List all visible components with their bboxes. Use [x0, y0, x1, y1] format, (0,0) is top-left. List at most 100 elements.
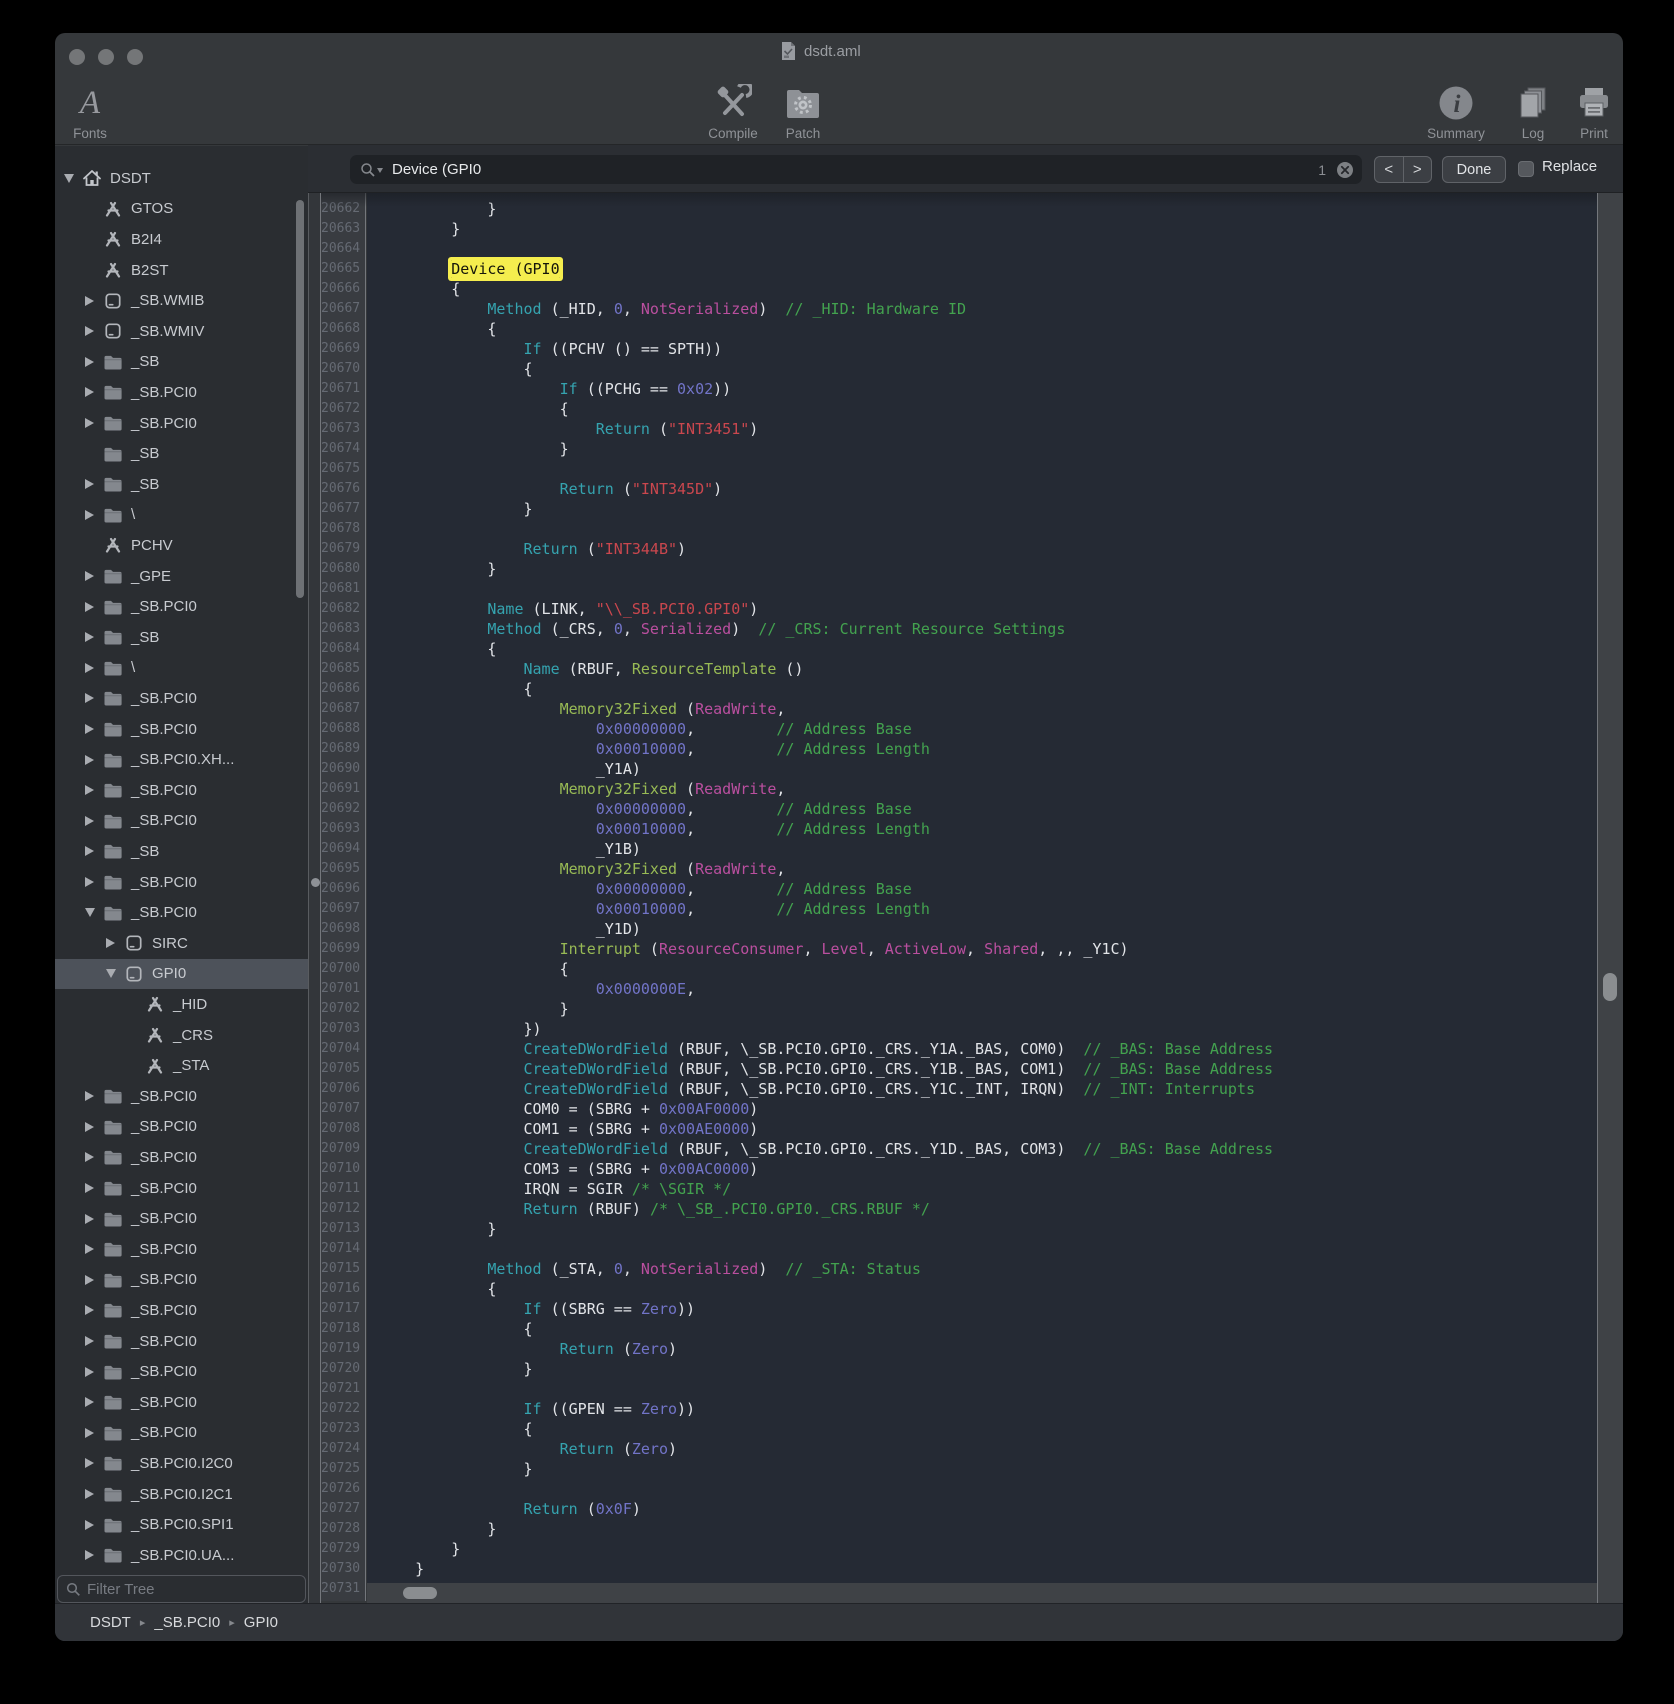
disclosure-triangle-icon[interactable]: [103, 938, 118, 948]
tree-item-sb-pci0[interactable]: _SB.PCI0: [55, 1203, 302, 1234]
fonts-button[interactable]: A Fonts: [55, 77, 135, 143]
code-line[interactable]: {: [379, 639, 496, 659]
tree-item-sb-pci0[interactable]: _SB.PCI0: [55, 1234, 302, 1265]
disclosure-triangle-icon[interactable]: [82, 1397, 97, 1407]
tree-item-sb-pci0-spi1[interactable]: _SB.PCI0.SPI1: [55, 1509, 302, 1540]
disclosure-triangle-icon[interactable]: [82, 1458, 97, 1468]
disclosure-triangle-icon[interactable]: [82, 602, 97, 612]
disclosure-triangle-icon[interactable]: [82, 632, 97, 642]
code-line[interactable]: Interrupt (ResourceConsumer, Level, Acti…: [379, 939, 1129, 959]
disclosure-triangle-icon[interactable]: [82, 1122, 97, 1132]
code-line[interactable]: Return (Zero): [379, 1439, 677, 1459]
code-line[interactable]: {: [379, 359, 533, 379]
done-button[interactable]: Done: [1442, 156, 1506, 183]
zoom-window-button[interactable]: [127, 49, 143, 65]
disclosure-triangle-icon[interactable]: [82, 1336, 97, 1346]
code-line[interactable]: }: [379, 999, 569, 1019]
disclosure-triangle-icon[interactable]: [61, 174, 76, 183]
tree-item-sb-pci0[interactable]: _SB.PCI0: [55, 714, 302, 745]
tree-item-sb-pci0-i2c1[interactable]: _SB.PCI0.I2C1: [55, 1479, 302, 1510]
code-line[interactable]: {: [379, 679, 533, 699]
code-line[interactable]: 0x00000000, // Address Base: [379, 799, 912, 819]
pane-divider[interactable]: [308, 193, 321, 1603]
tree-item-sirc[interactable]: SIRC: [55, 928, 302, 959]
code-line[interactable]: Return (Zero): [379, 1339, 677, 1359]
disclosure-triangle-icon[interactable]: [82, 510, 97, 520]
tree-item-sb-pci0[interactable]: _SB.PCI0: [55, 408, 302, 439]
search-options-chevron-icon[interactable]: [377, 168, 383, 173]
disclosure-triangle-icon[interactable]: [82, 1305, 97, 1315]
disclosure-triangle-icon[interactable]: [82, 755, 97, 765]
disclosure-triangle-icon[interactable]: [82, 724, 97, 734]
code-line[interactable]: Memory32Fixed (ReadWrite,: [379, 779, 785, 799]
disclosure-triangle-icon[interactable]: [82, 877, 97, 887]
code-line[interactable]: 0x00010000, // Address Length: [379, 819, 930, 839]
tree-item-sb-pci0[interactable]: _SB.PCI0: [55, 1295, 302, 1326]
code-line[interactable]: }: [379, 1539, 460, 1559]
code-line[interactable]: Device (GPI0: [379, 259, 560, 279]
code-line[interactable]: CreateDWordField (RBUF, \_SB.PCI0.GPI0._…: [379, 1039, 1273, 1059]
code-line[interactable]: Return ("INT345D"): [379, 479, 722, 499]
tree-item-sb-wmiv[interactable]: _SB.WMIV: [55, 316, 302, 347]
tree-item-sb-pci0[interactable]: _SB.PCI0: [55, 377, 302, 408]
code-line[interactable]: Return (RBUF) /* \_SB_.PCI0.GPI0._CRS.RB…: [379, 1199, 930, 1219]
disclosure-triangle-icon[interactable]: [82, 1275, 97, 1285]
tree-item-sb-pci0[interactable]: _SB.PCI0: [55, 591, 302, 622]
code-line[interactable]: If ((SBRG == Zero)): [379, 1299, 695, 1319]
tree-item-b2i4[interactable]: B2I4: [55, 224, 302, 255]
code-line[interactable]: }: [379, 1219, 496, 1239]
code-line[interactable]: {: [379, 1319, 533, 1339]
tree-item-sb[interactable]: _SB: [55, 469, 302, 500]
code-line[interactable]: Return (0x0F): [379, 1499, 641, 1519]
disclosure-triangle-icon[interactable]: [82, 693, 97, 703]
tree-item-gpi0[interactable]: GPI0: [55, 959, 308, 990]
tree-item-sb-pci0[interactable]: _SB.PCI0: [55, 1142, 302, 1173]
sidebar-scrollbar-thumb[interactable]: [296, 200, 304, 598]
code-line[interactable]: Name (LINK, "\\_SB.PCI0.GPI0"): [379, 599, 758, 619]
code-line[interactable]: Return ("INT3451"): [379, 419, 758, 439]
tree-item-dsdt[interactable]: DSDT: [55, 163, 302, 194]
code-line[interactable]: }: [379, 559, 496, 579]
disclosure-triangle-icon[interactable]: [82, 908, 97, 917]
disclosure-triangle-icon[interactable]: [82, 1550, 97, 1560]
code-line[interactable]: If ((PCHV () == SPTH)): [379, 339, 722, 359]
code-line[interactable]: 0x00010000, // Address Length: [379, 899, 930, 919]
tree-item-sb[interactable]: _SB: [55, 836, 302, 867]
disclosure-triangle-icon[interactable]: [82, 418, 97, 428]
disclosure-triangle-icon[interactable]: [82, 571, 97, 581]
code-line[interactable]: 0x00000000, // Address Base: [379, 719, 912, 739]
code-line[interactable]: 0x0000000E,: [379, 979, 695, 999]
disclosure-triangle-icon[interactable]: [82, 296, 97, 306]
code-line[interactable]: Name (RBUF, ResourceTemplate (): [379, 659, 803, 679]
disclosure-triangle-icon[interactable]: [82, 387, 97, 397]
tree-item-sb[interactable]: _SB: [55, 622, 302, 653]
filter-tree-input[interactable]: Filter Tree: [57, 1575, 306, 1603]
tree-item-sb-pci0[interactable]: _SB.PCI0: [55, 1356, 302, 1387]
code-line[interactable]: _Y1A): [379, 759, 641, 779]
code-line[interactable]: COM1 = (SBRG + 0x00AE0000): [379, 1119, 758, 1139]
tree-item-sb-pci0[interactable]: _SB.PCI0: [55, 1081, 302, 1112]
patch-button[interactable]: Patch: [758, 77, 848, 143]
tree-item-sb-pci0[interactable]: _SB.PCI0: [55, 1173, 302, 1204]
tree-item-sta[interactable]: _STA: [55, 1050, 302, 1081]
disclosure-triangle-icon[interactable]: [82, 326, 97, 336]
code-line[interactable]: }: [379, 199, 496, 219]
tree-item-sb[interactable]: _SB: [55, 438, 302, 469]
code-line[interactable]: }: [379, 1519, 496, 1539]
disclosure-triangle-icon[interactable]: [82, 816, 97, 826]
disclosure-triangle-icon[interactable]: [82, 1214, 97, 1224]
code-line[interactable]: }: [379, 1559, 424, 1579]
disclosure-triangle-icon[interactable]: [82, 846, 97, 856]
code-line[interactable]: CreateDWordField (RBUF, \_SB.PCI0.GPI0._…: [379, 1139, 1273, 1159]
code-line[interactable]: {: [379, 279, 460, 299]
code-line[interactable]: }: [379, 1359, 533, 1379]
tree-item-sb-pci0[interactable]: _SB.PCI0: [55, 1112, 302, 1143]
tree-item-crs[interactable]: _CRS: [55, 1020, 302, 1051]
code-line[interactable]: Return ("INT344B"): [379, 539, 686, 559]
disclosure-triangle-icon[interactable]: [82, 785, 97, 795]
disclosure-triangle-icon[interactable]: [82, 479, 97, 489]
disclosure-triangle-icon[interactable]: [82, 663, 97, 673]
vertical-scrollbar-thumb[interactable]: [1603, 973, 1617, 1001]
disclosure-triangle-icon[interactable]: [82, 1367, 97, 1377]
code-line[interactable]: }: [379, 1459, 533, 1479]
